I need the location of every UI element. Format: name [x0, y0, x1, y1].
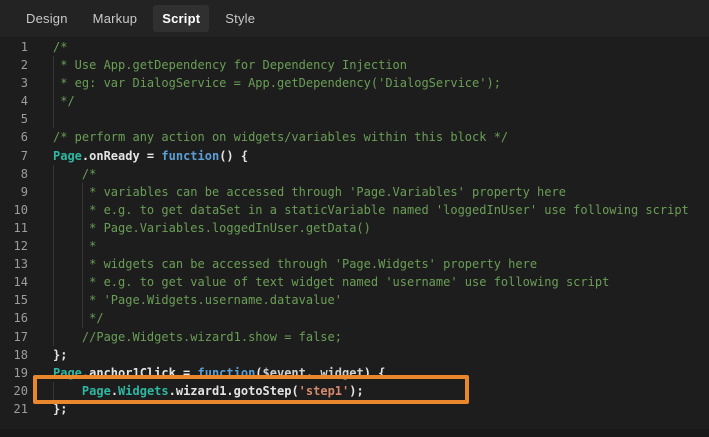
line-number: 9 [0, 183, 40, 201]
script-editor[interactable]: 1/*2 * Use App.getDependency for Depende… [0, 37, 709, 437]
editor-bottom-strip [0, 429, 709, 437]
code-text: //Page.Widgets.wizard1.show = false; [53, 328, 342, 346]
line-number: 12 [0, 237, 40, 255]
line-number: 17 [0, 328, 40, 346]
code-text: Page.anchor1Click = function($event, wid… [53, 364, 385, 382]
code-text: * widgets can be accessed through 'Page.… [53, 255, 537, 273]
code-text: Page.Widgets.wizard1.gotoStep('step1'); [53, 382, 364, 400]
code-line[interactable]: 11 * Page.Variables.loggedInUser.getData… [0, 219, 709, 237]
code-line[interactable]: 3 * eg: var DialogService = App.getDepen… [0, 74, 709, 92]
code-line[interactable]: 19 Page.anchor1Click = function($event, w… [0, 364, 709, 382]
line-number: 1 [0, 38, 40, 56]
code-line[interactable]: 18}; [0, 346, 709, 364]
code-line[interactable]: 2 * Use App.getDependency for Dependency… [0, 56, 709, 74]
line-number: 2 [0, 56, 40, 74]
code-lines: 1/*2 * Use App.getDependency for Depende… [0, 38, 709, 418]
code-line[interactable]: 10 * e.g. to get dataSet in a staticVari… [0, 201, 709, 219]
code-line[interactable]: 5 [0, 110, 709, 128]
code-text: * Use App.getDependency for Dependency I… [53, 56, 407, 74]
tab-design[interactable]: Design [17, 5, 77, 32]
script-editor-window: DesignMarkupScriptStyle 1/*2 * Use App.g… [0, 0, 709, 437]
line-number: 16 [0, 309, 40, 327]
code-line[interactable]: 4 */ [0, 92, 709, 110]
code-line[interactable]: 13 * widgets can be accessed through 'Pa… [0, 255, 709, 273]
code-line[interactable]: 9 * variables can be accessed through 'P… [0, 183, 709, 201]
code-line[interactable]: 17 //Page.Widgets.wizard1.show = false; [0, 328, 709, 346]
code-line[interactable]: 15 * 'Page.Widgets.username.datavalue' [0, 291, 709, 309]
code-line[interactable]: 8 /* [0, 165, 709, 183]
editor-tab-bar: Design MarkupScript Style [0, 0, 709, 37]
line-number: 20 [0, 382, 40, 400]
line-number: 7 [0, 147, 40, 165]
code-line[interactable]: 21}; [0, 400, 709, 418]
code-text: /* [53, 165, 96, 183]
code-line[interactable]: 6 /* perform any action on widgets/variab… [0, 128, 709, 146]
line-number: 6 [0, 128, 40, 146]
code-text: * 'Page.Widgets.username.datavalue' [53, 291, 342, 309]
code-text: * e.g. to get value of text widget named… [53, 273, 609, 291]
line-number: 18 [0, 346, 40, 364]
line-number: 21 [0, 400, 40, 418]
line-number: 4 [0, 92, 40, 110]
code-text: /* [53, 38, 67, 56]
line-number: 10 [0, 201, 40, 219]
indent-guide [53, 110, 54, 128]
line-number: 11 [0, 219, 40, 237]
line-number: 8 [0, 165, 40, 183]
line-number: 14 [0, 273, 40, 291]
code-text: }; [53, 400, 67, 418]
line-number: 3 [0, 74, 40, 92]
code-text: * e.g. to get dataSet in a staticVariabl… [53, 201, 689, 219]
line-number: 13 [0, 255, 40, 273]
code-text: * variables can be accessed through 'Pag… [53, 183, 566, 201]
code-line[interactable]: 1 /* [0, 38, 709, 56]
code-text: */ [53, 309, 104, 327]
code-line[interactable]: 14 * e.g. to get value of text widget na… [0, 273, 709, 291]
code-line[interactable]: 7 Page.onReady = function() { [0, 147, 709, 165]
code-text: * eg: var DialogService = App.getDepende… [53, 74, 501, 92]
code-text: */ [53, 92, 75, 110]
code-text: /* perform any action on widgets/variabl… [53, 128, 508, 146]
tab-markup[interactable]: Markup [84, 5, 147, 32]
code-line[interactable]: 12 * [0, 237, 709, 255]
tab-script[interactable]: Script [153, 5, 209, 32]
code-line[interactable]: 20 Page.Widgets.wizard1.gotoStep('step1'… [0, 382, 709, 400]
code-text: * [53, 237, 96, 255]
line-number: 19 [0, 364, 40, 382]
code-text: }; [53, 346, 67, 364]
code-text: Page.onReady = function() { [53, 147, 248, 165]
code-text: * Page.Variables.loggedInUser.getData() [53, 219, 371, 237]
tab-style[interactable]: Style [216, 5, 264, 32]
line-number: 15 [0, 291, 40, 309]
line-number: 5 [0, 110, 40, 128]
code-line[interactable]: 16 */ [0, 309, 709, 327]
